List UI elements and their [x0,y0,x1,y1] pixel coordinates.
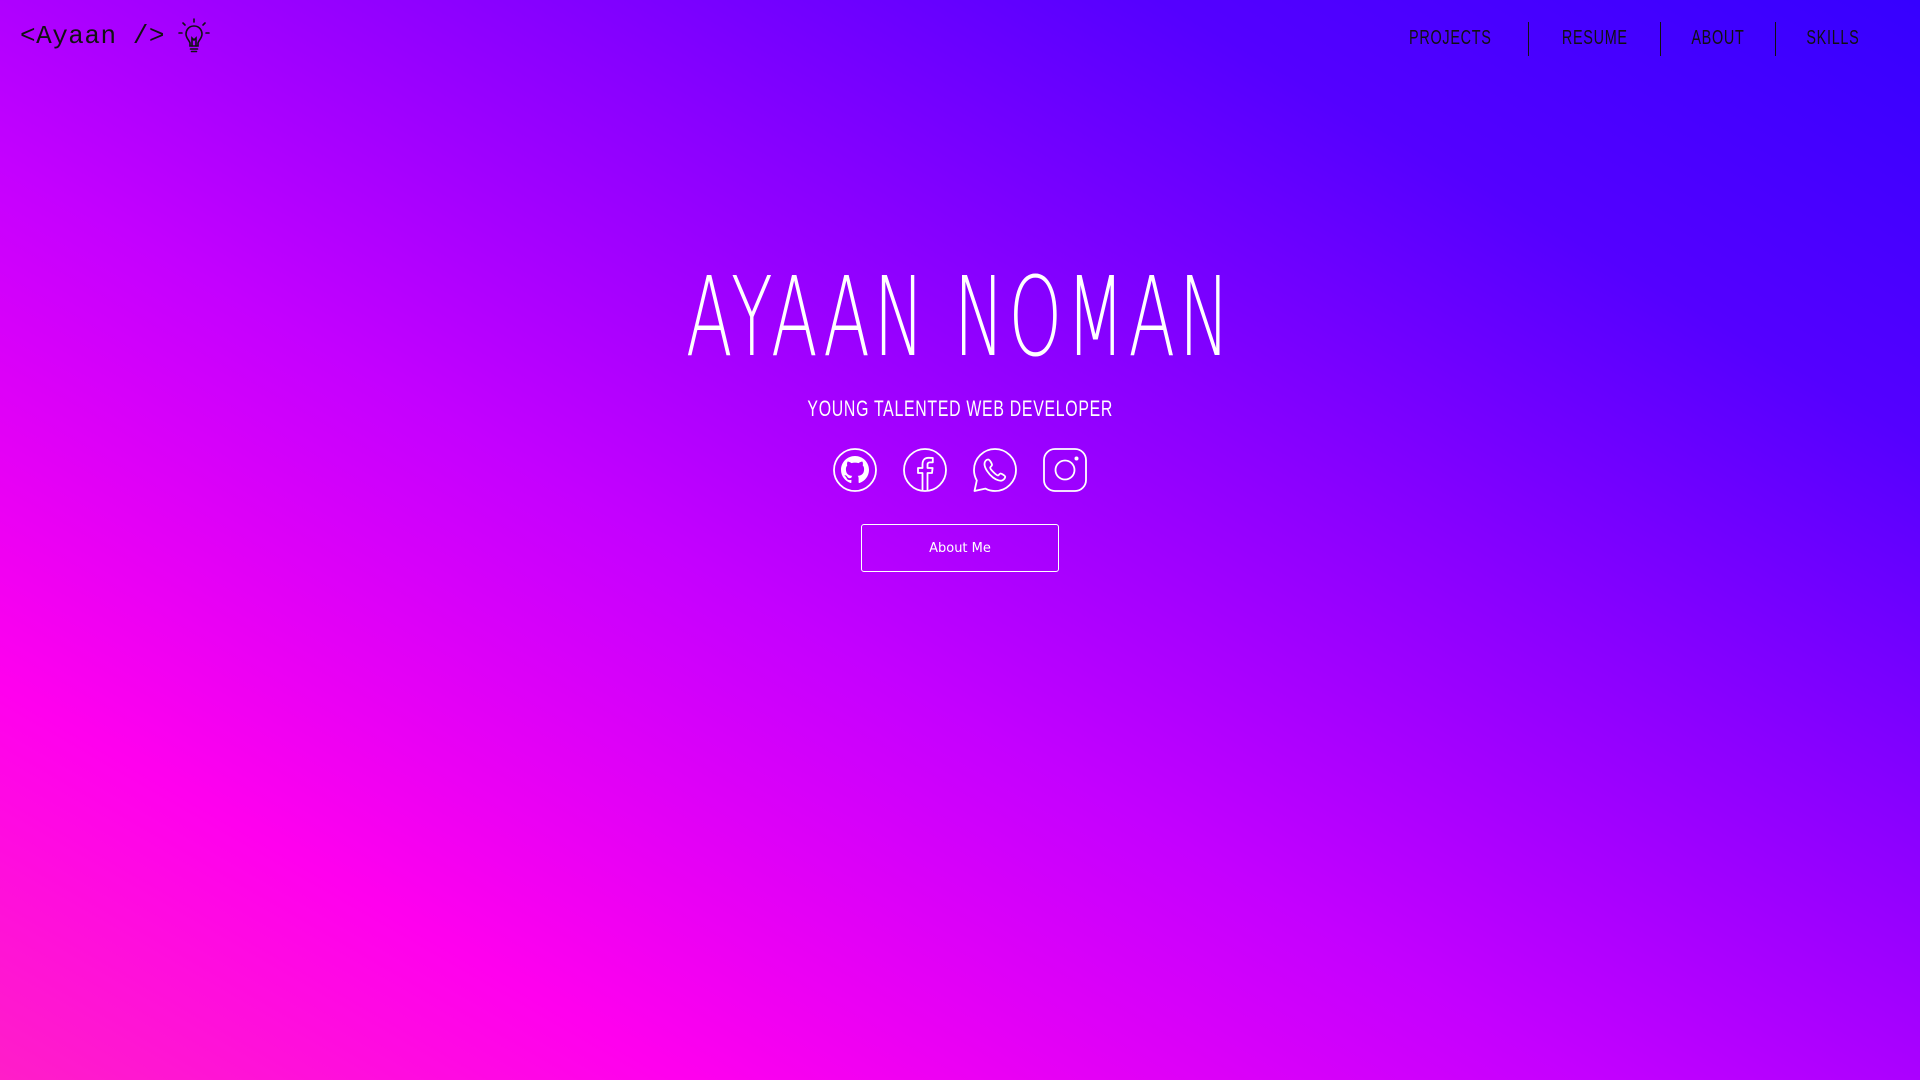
hero-subtitle: YOUNG TALENTED WEB DEVELOPER [807,396,1113,421]
whatsapp-icon[interactable] [971,446,1019,494]
social-links [831,446,1089,494]
main-nav: PROJECTS RESUME ABOUT SKILLS [1373,22,1890,56]
hero-section: AYAAN NOMAN YOUNG TALENTED WEB DEVELOPER… [0,262,1920,572]
hero-title: AYAAN NOMAN [686,253,1234,381]
logo-text[interactable]: <Ayaan /> [20,21,165,51]
nav-resume[interactable]: RESUME [1547,23,1642,56]
nav-divider [1775,22,1777,56]
nav-divider [1527,22,1529,56]
nav-about[interactable]: ABOUT [1677,23,1759,56]
lightbulb-icon[interactable] [177,18,211,54]
nav-skills[interactable]: SKILLS [1792,23,1874,56]
instagram-icon[interactable] [1041,446,1089,494]
nav-projects[interactable]: PROJECTS [1395,23,1506,56]
site-logo[interactable]: <Ayaan /> [20,18,211,54]
facebook-icon[interactable] [901,446,949,494]
github-icon[interactable] [831,446,879,494]
about-me-button[interactable]: About Me [861,524,1059,572]
nav-divider [1660,22,1662,56]
